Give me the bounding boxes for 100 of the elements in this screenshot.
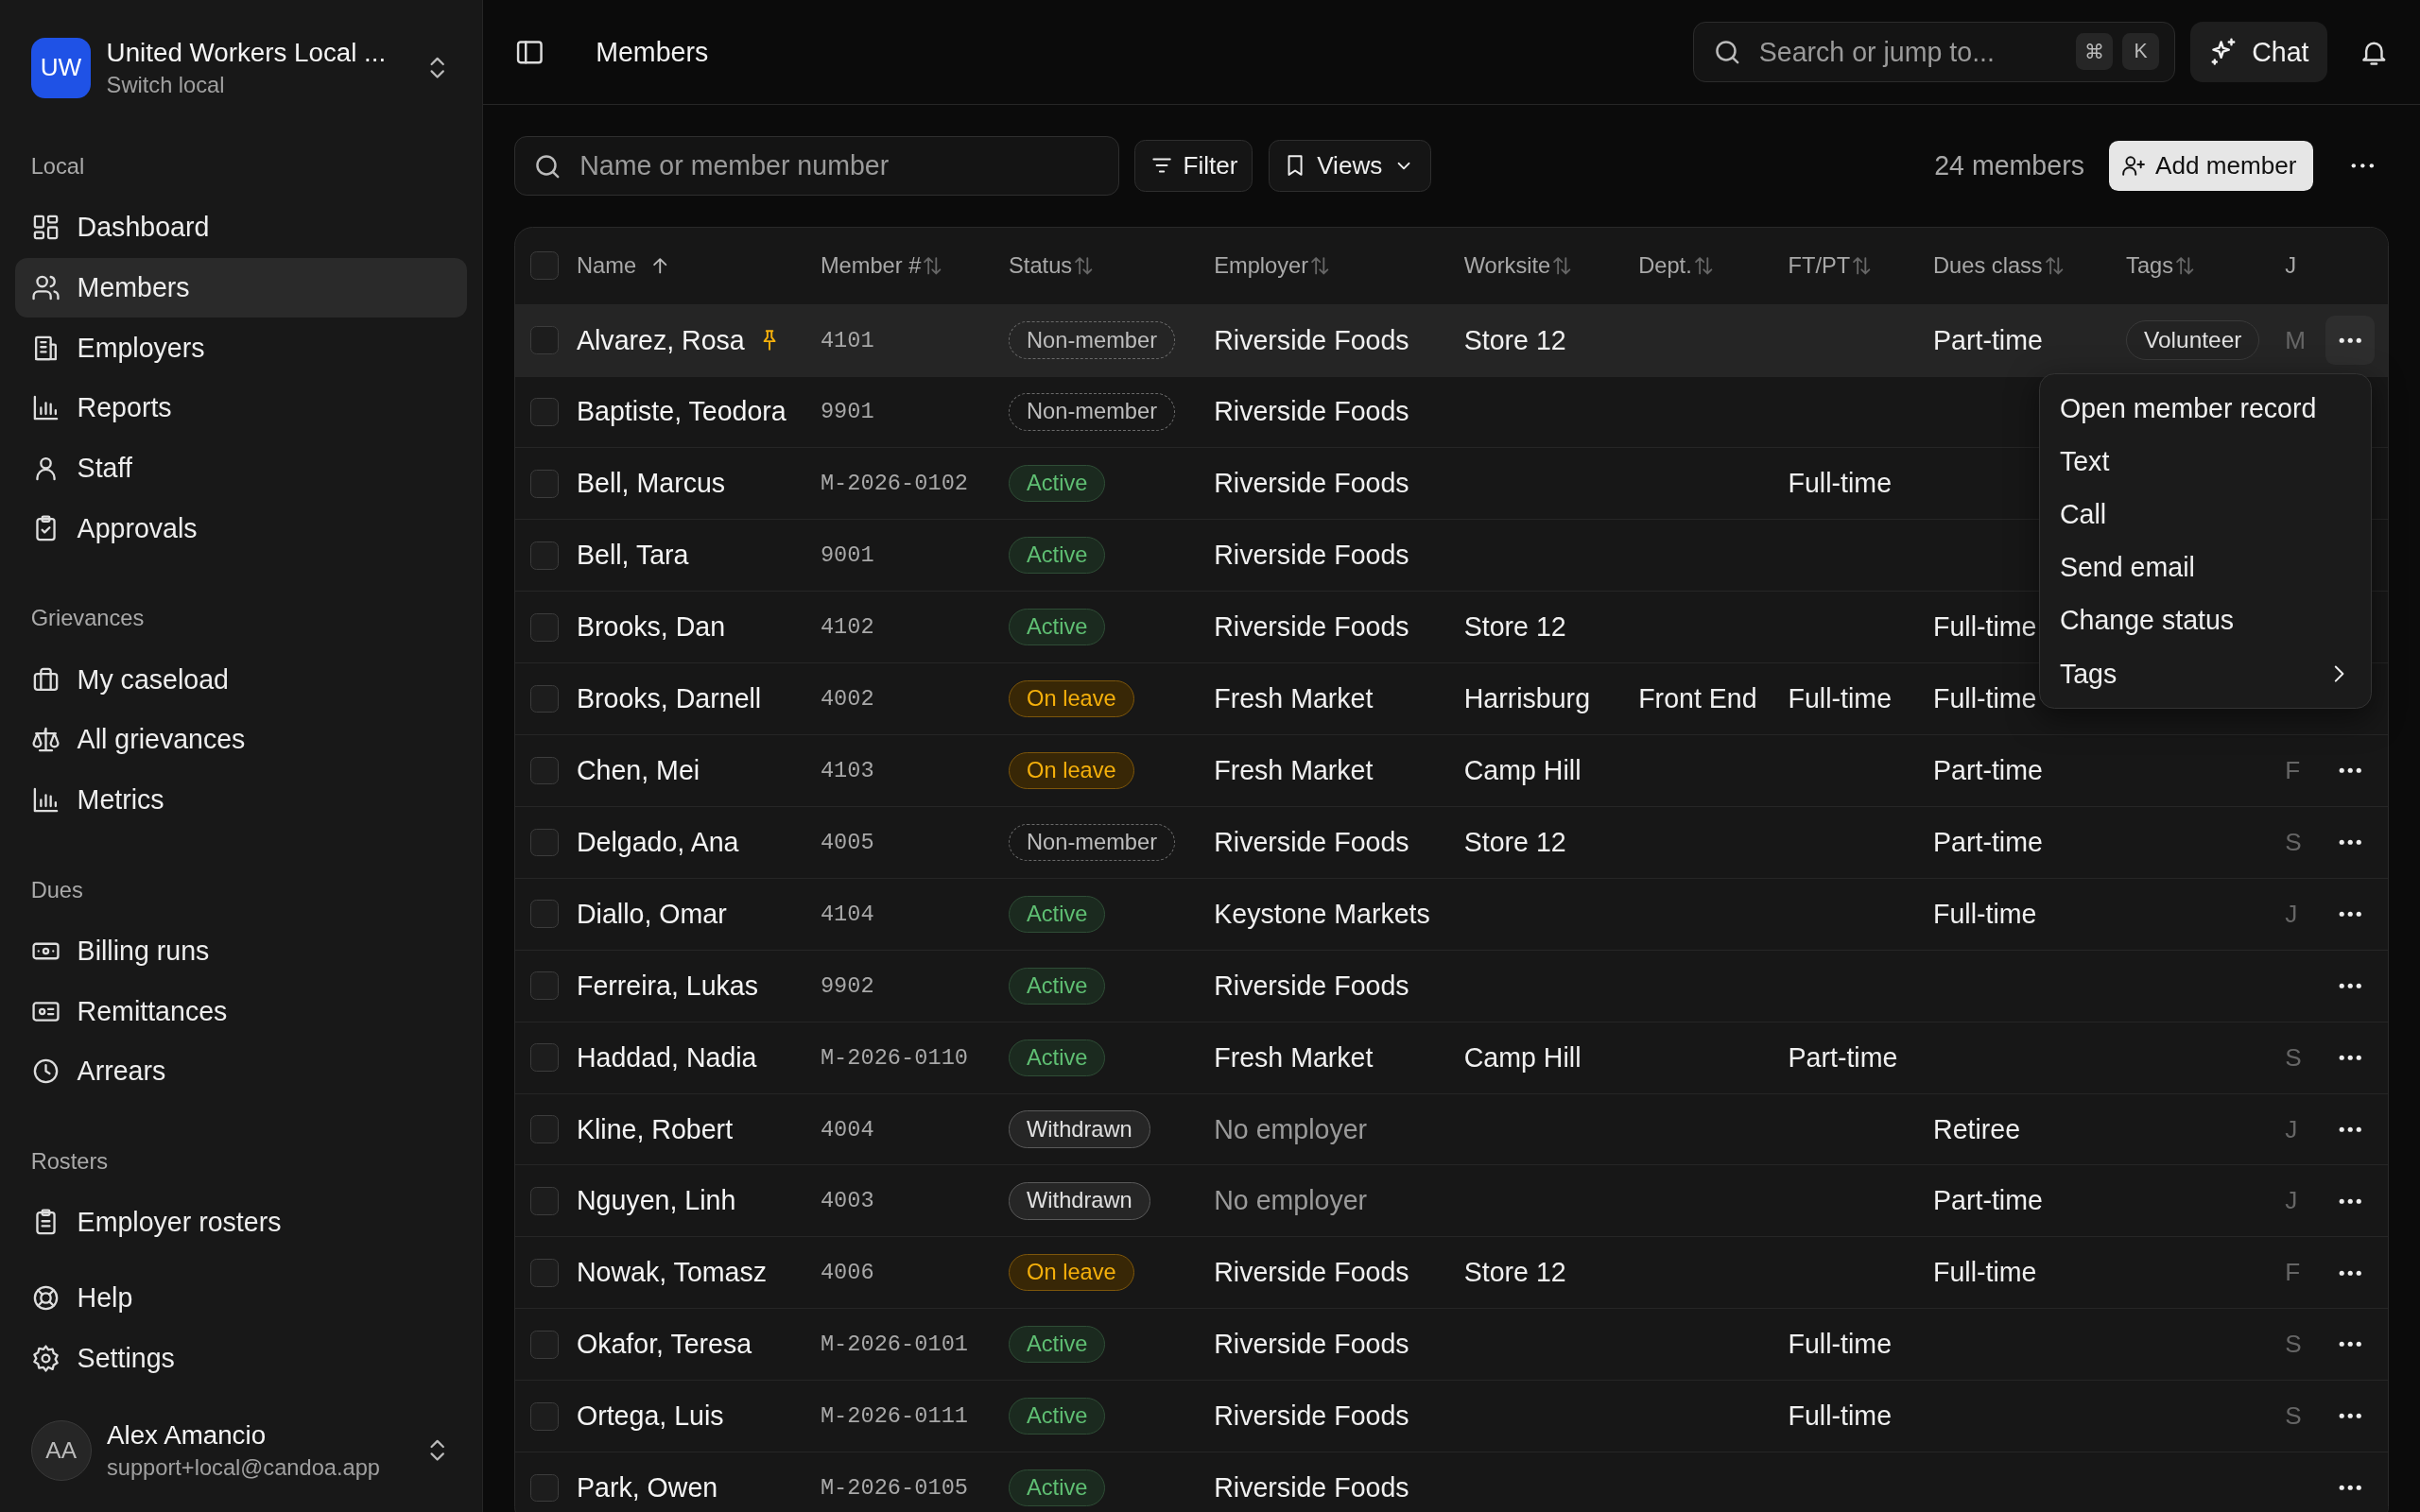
chat-button[interactable]: Chat <box>2189 22 2328 82</box>
table-cell: Harrisburg <box>1463 683 1591 715</box>
user-email: support+local@candoa.app <box>106 1454 381 1481</box>
add-member-button[interactable]: Add member <box>2109 141 2314 191</box>
member-number: 4004 <box>820 1116 874 1143</box>
member-number: 4005 <box>820 829 874 855</box>
more-icon <box>2338 839 2362 846</box>
member-search-field[interactable]: Name or member number <box>513 135 1119 197</box>
sidebar-item[interactable]: Billing runs <box>15 920 467 982</box>
menu-item[interactable]: Change status <box>2039 593 2372 648</box>
column-header[interactable]: Dues class <box>1933 252 2043 279</box>
checkbox[interactable] <box>529 1473 559 1503</box>
sidebar-item[interactable]: Dashboard <box>15 197 467 258</box>
sidebar-item[interactable]: My caseload <box>15 649 467 710</box>
table-cell: Full-time <box>1933 1257 2037 1289</box>
checkbox[interactable] <box>529 326 559 354</box>
column-header[interactable]: Tags <box>2126 252 2174 279</box>
checkbox[interactable] <box>529 1187 559 1215</box>
status-badge: Active <box>1009 967 1106 1005</box>
column-header[interactable]: Member # <box>820 252 922 279</box>
menu-item[interactable]: Tags <box>2039 647 2372 701</box>
member-number: 4003 <box>820 1188 874 1214</box>
status-badge: On leave <box>1009 751 1134 790</box>
table-cell: F <box>2285 1258 2301 1288</box>
table-cell: Fresh Market <box>1214 755 1374 786</box>
row-actions-button[interactable] <box>2325 315 2375 366</box>
checkbox[interactable] <box>529 612 559 642</box>
menu-item[interactable]: Text <box>2039 435 2372 489</box>
checkbox[interactable] <box>529 470 559 498</box>
member-number: 9901 <box>820 399 874 425</box>
column-header[interactable]: Name <box>576 252 637 279</box>
column-header[interactable]: Status <box>1009 252 1073 279</box>
member-number: 9902 <box>820 972 874 999</box>
filter-button[interactable]: Filter <box>1133 139 1253 193</box>
checkbox[interactable] <box>529 1258 559 1287</box>
column-header[interactable]: Employer <box>1214 252 1309 279</box>
sidebar-item[interactable]: All grievances <box>15 709 467 770</box>
sidebar-item[interactable]: Approvals <box>15 498 467 558</box>
sidebar-item[interactable]: Remittances <box>15 981 467 1041</box>
org-name: United Workers Local ... <box>106 37 388 68</box>
checkbox[interactable] <box>529 398 559 426</box>
member-number: M-2026-0102 <box>820 471 969 497</box>
checkbox[interactable] <box>529 1401 559 1431</box>
column-header[interactable]: Dept. <box>1638 252 1692 279</box>
sidebar-item[interactable]: Employers <box>15 318 467 378</box>
sidebar-item[interactable]: Arrears <box>15 1040 467 1102</box>
page-title: Members <box>596 36 709 68</box>
shortcut-key: K <box>2122 32 2160 70</box>
table-cell: S <box>2285 1401 2302 1432</box>
table-cell: Riverside Foods <box>1214 1257 1409 1289</box>
sidebar-item[interactable]: Help <box>15 1267 467 1329</box>
member-number: 4101 <box>820 327 874 353</box>
checkbox[interactable] <box>529 1043 559 1072</box>
member-name: Ortega, Luis <box>576 1400 724 1433</box>
menu-item[interactable]: Open member record <box>2039 382 2372 436</box>
status-badge: Active <box>1009 609 1106 646</box>
status-badge: Active <box>1009 895 1106 933</box>
sidebar-item[interactable]: Members <box>15 257 467 318</box>
checkbox[interactable] <box>529 971 559 1001</box>
views-button[interactable]: Views <box>1268 139 1431 193</box>
checkbox[interactable] <box>529 900 559 929</box>
table-cell: S <box>2285 827 2302 857</box>
checkbox[interactable] <box>529 684 559 713</box>
checkbox[interactable] <box>529 828 559 857</box>
menu-item[interactable]: Call <box>2039 488 2372 541</box>
sidebar-item[interactable]: Staff <box>15 438 467 499</box>
more-icon <box>2338 767 2362 774</box>
member-name: Nowak, Tomasz <box>576 1257 768 1289</box>
column-header[interactable]: J <box>2285 252 2297 279</box>
member-name: Baptiste, Teodora <box>576 396 786 428</box>
checkbox[interactable] <box>529 541 559 570</box>
more-icon <box>2338 1341 2362 1348</box>
member-name: Bell, Marcus <box>576 468 726 500</box>
sidebar-item[interactable]: Settings <box>15 1328 467 1389</box>
table-cell: Front End <box>1638 683 1757 715</box>
member-count: 24 members <box>1934 150 2084 181</box>
member-name: Brooks, Dan <box>576 611 726 644</box>
section-heading: Local <box>29 153 86 180</box>
table-cell: Riverside Foods <box>1214 1329 1409 1361</box>
checkbox[interactable] <box>529 251 559 281</box>
more-icon <box>2338 1485 2362 1491</box>
table-cell: Riverside Foods <box>1214 324 1409 356</box>
checkbox[interactable] <box>529 1330 559 1359</box>
sidebar-item[interactable]: Metrics <box>15 769 467 831</box>
table-cell: Keystone Markets <box>1214 898 1430 930</box>
table-cell: Camp Hill <box>1463 755 1582 786</box>
table-cell: Full-time <box>1933 683 2037 715</box>
status-badge: Active <box>1009 537 1106 575</box>
table-cell: Riverside Foods <box>1214 611 1409 644</box>
checkbox[interactable] <box>529 756 559 785</box>
sidebar-item[interactable]: Employer rosters <box>15 1192 467 1253</box>
checkbox[interactable] <box>529 1115 559 1143</box>
more-icon <box>2338 1054 2362 1061</box>
column-header[interactable]: FT/PT <box>1788 252 1851 279</box>
table-cell: Full-time <box>1933 611 2037 644</box>
column-header[interactable]: Worksite <box>1463 252 1551 279</box>
table-cell: Store 12 <box>1463 1257 1566 1289</box>
member-name: Bell, Tara <box>576 540 689 572</box>
sidebar-item[interactable]: Reports <box>15 377 467 438</box>
menu-item[interactable]: Send email <box>2039 541 2372 594</box>
